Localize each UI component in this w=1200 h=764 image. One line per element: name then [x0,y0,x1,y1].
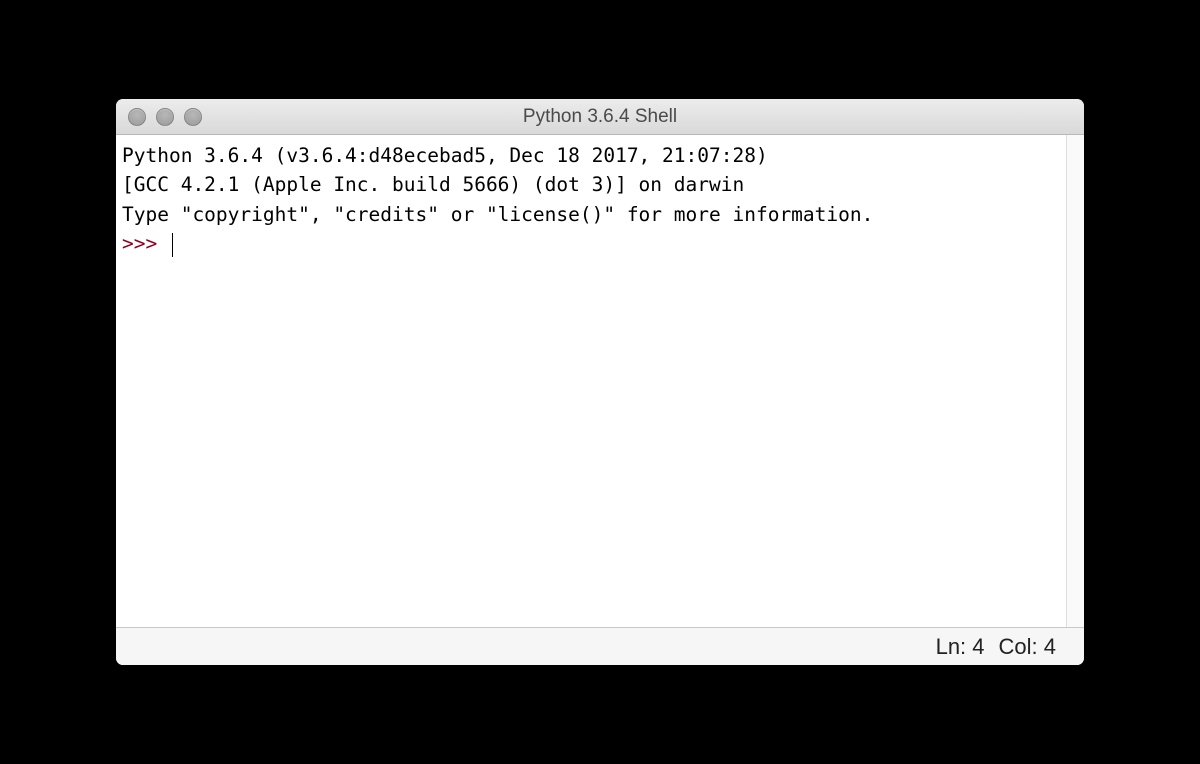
close-button[interactable] [128,108,146,126]
window-title: Python 3.6.4 Shell [116,106,1084,128]
idle-shell-window: Python 3.6.4 Shell Python 3.6.4 (v3.6.4:… [116,99,1084,665]
status-col-number: Col: 4 [999,634,1056,660]
prompt-marker: >>> [122,232,169,255]
minimize-button[interactable] [156,108,174,126]
shell-banner-line: [GCC 4.2.1 (Apple Inc. build 5666) (dot … [122,170,1060,199]
text-cursor [172,233,173,257]
shell-prompt-line: >>> [122,229,1060,258]
editor-area: Python 3.6.4 (v3.6.4:d48ecebad5, Dec 18 … [116,135,1084,627]
statusbar: Ln: 4 Col: 4 [116,627,1084,665]
vertical-scrollbar[interactable] [1066,135,1084,627]
shell-banner-line: Python 3.6.4 (v3.6.4:d48ecebad5, Dec 18 … [122,141,1060,170]
traffic-lights [116,108,202,126]
titlebar: Python 3.6.4 Shell [116,99,1084,135]
status-line-number: Ln: 4 [936,634,985,660]
zoom-button[interactable] [184,108,202,126]
shell-text-area[interactable]: Python 3.6.4 (v3.6.4:d48ecebad5, Dec 18 … [116,135,1066,627]
shell-banner-line: Type "copyright", "credits" or "license(… [122,200,1060,229]
